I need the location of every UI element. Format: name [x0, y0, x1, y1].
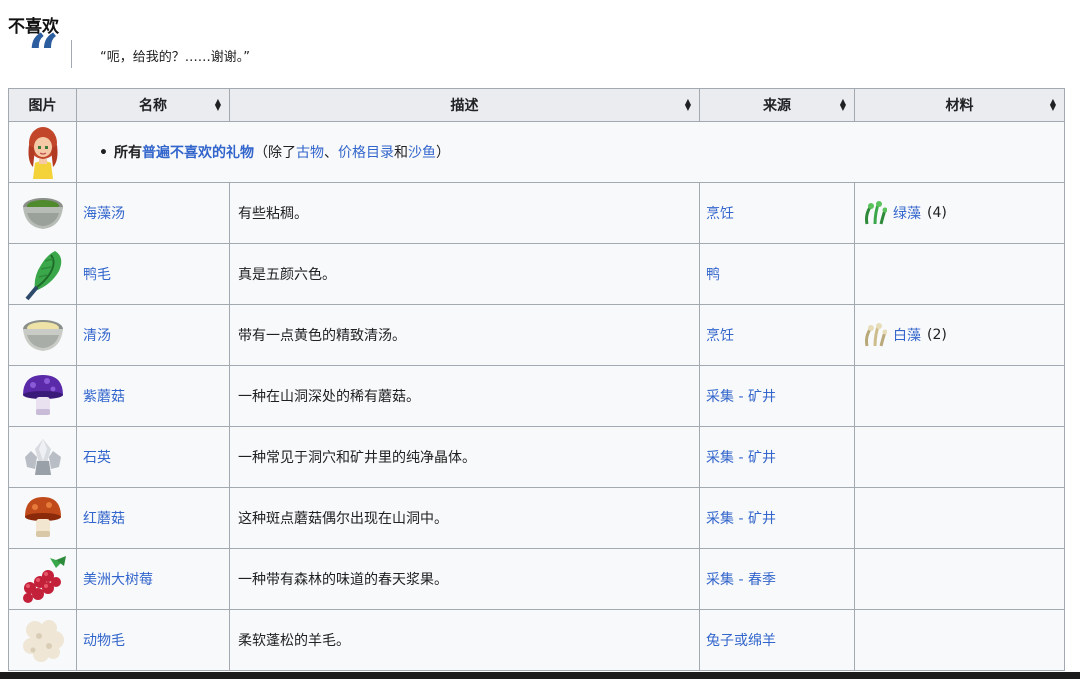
dislike-quote: “呃，给我的？……谢谢。” [100, 50, 250, 65]
header-image: 图片 [8, 88, 77, 122]
character-portrait-icon [8, 121, 77, 183]
universal-dislikes-link[interactable]: 普遍不喜欢的礼物 [142, 145, 254, 161]
table-row: 清汤 带有一点黄色的精致清汤。 烹饪 白藻 (2) [8, 304, 1065, 366]
table-header-row: 图片 名称 ▲ ▼ 描述 ▲ ▼ 来源 ▲ ▼ 材料 ▲ ▼ [8, 88, 1065, 122]
universal-prefix: 所有 [113, 145, 142, 161]
red-mushroom-icon[interactable] [8, 487, 77, 549]
item-source-link[interactable]: 采集 - 矿井 [706, 450, 776, 466]
sort-icon[interactable]: ▲ ▼ [215, 98, 221, 112]
seaweed-soup-icon[interactable] [8, 182, 77, 244]
table-row: 鸭毛 真是五颜六色。鸭 [8, 243, 1065, 305]
item-source-link[interactable]: 采集 - 春季 [706, 572, 776, 588]
item-description: 柔软蓬松的羊毛。 [229, 609, 700, 671]
item-name-link[interactable]: 海藻汤 [83, 206, 125, 222]
item-ingredients [854, 487, 1065, 549]
duck-feather-icon[interactable] [8, 243, 77, 305]
green-algae-icon[interactable] [863, 200, 887, 226]
table-row: 红蘑菇 这种斑点蘑菇偶尔出现在山洞中。 采集 - 矿井 [8, 487, 1065, 549]
purple-mushroom-icon[interactable] [8, 365, 77, 427]
item-description: 真是五颜六色。 [229, 243, 700, 305]
price-catalogue-link[interactable]: 价格目录 [338, 145, 394, 161]
item-ingredients: 白藻 (2) [854, 304, 1065, 366]
sort-icon[interactable]: ▲ ▼ [685, 98, 691, 112]
item-name-link[interactable]: 清汤 [83, 328, 111, 344]
ingredient-link[interactable]: 绿藻 [893, 203, 921, 223]
item-ingredients [854, 365, 1065, 427]
item-name-link[interactable]: 紫蘑菇 [83, 389, 125, 405]
item-ingredients [854, 548, 1065, 610]
item-source-link[interactable]: 采集 - 矿井 [706, 511, 776, 527]
quartz-icon[interactable] [8, 426, 77, 488]
white-algae-icon[interactable] [863, 322, 887, 348]
item-name-link[interactable]: 美洲大树莓 [83, 572, 153, 588]
item-name-link[interactable]: 红蘑菇 [83, 511, 125, 527]
table-row: 紫蘑菇 一种在山洞深处的稀有蘑菇。 采集 - 矿井 [8, 365, 1065, 427]
item-source-link[interactable]: 采集 - 矿井 [706, 389, 776, 405]
item-source-link[interactable]: 烹饪 [706, 206, 734, 222]
item-description: 一种在山洞深处的稀有蘑菇。 [229, 365, 700, 427]
item-name-link[interactable]: 鸭毛 [83, 267, 111, 283]
quote-icon: “ [28, 22, 59, 86]
header-source[interactable]: 来源 ▲ ▼ [699, 88, 855, 122]
item-ingredients [854, 243, 1065, 305]
table-row: 海藻汤 有些粘稠。 烹饪 绿藻 (4) [8, 182, 1065, 244]
item-description: 这种斑点蘑菇偶尔出现在山洞中。 [229, 487, 700, 549]
ingredient-link[interactable]: 白藻 [893, 325, 921, 345]
ingredient-count: (2) [927, 327, 947, 343]
item-description: 一种带有森林的味道的春天浆果。 [229, 548, 700, 610]
item-description: 带有一点黄色的精致清汤。 [229, 304, 700, 366]
consomme-icon[interactable] [8, 304, 77, 366]
item-source-link[interactable]: 兔子或绵羊 [706, 633, 776, 649]
item-ingredients [854, 609, 1065, 671]
header-name[interactable]: 名称 ▲ ▼ [76, 88, 230, 122]
bottom-edge-bar [0, 672, 1080, 679]
universal-dislikes-cell: • 所有普遍不喜欢的礼物（除了古物、价格目录和沙鱼） [76, 121, 1065, 183]
table-row: 石英 一种常见于洞穴和矿井里的纯净晶体。 采集 - 矿井 [8, 426, 1065, 488]
header-ingredients[interactable]: 材料 ▲ ▼ [854, 88, 1065, 122]
sort-icon[interactable]: ▲ ▼ [840, 98, 846, 112]
sort-icon[interactable]: ▲ ▼ [1050, 98, 1056, 112]
sandfish-link[interactable]: 沙鱼 [408, 145, 436, 161]
salmonberry-icon[interactable] [8, 548, 77, 610]
item-name-link[interactable]: 石英 [83, 450, 111, 466]
artifacts-link[interactable]: 古物 [296, 145, 324, 161]
wool-icon[interactable] [8, 609, 77, 671]
item-source-link[interactable]: 烹饪 [706, 328, 734, 344]
quote-divider [71, 40, 72, 68]
item-name-link[interactable]: 动物毛 [83, 633, 125, 649]
item-ingredients [854, 426, 1065, 488]
item-ingredients: 绿藻 (4) [854, 182, 1065, 244]
table-row: 美洲大树莓 一种带有森林的味道的春天浆果。 采集 - 春季 [8, 548, 1065, 610]
item-description: 一种常见于洞穴和矿井里的纯净晶体。 [229, 426, 700, 488]
table-row-universal: • 所有普遍不喜欢的礼物（除了古物、价格目录和沙鱼） [8, 121, 1065, 183]
item-description: 有些粘稠。 [229, 182, 700, 244]
header-description[interactable]: 描述 ▲ ▼ [229, 88, 700, 122]
table-row: 动物毛 柔软蓬松的羊毛。 兔子或绵羊 [8, 609, 1065, 671]
item-source-link[interactable]: 鸭 [706, 267, 720, 283]
ingredient-count: (4) [927, 205, 947, 221]
dislikes-table: 图片 名称 ▲ ▼ 描述 ▲ ▼ 来源 ▲ ▼ 材料 ▲ ▼ • 所有普遍不喜欢… [8, 88, 1065, 671]
